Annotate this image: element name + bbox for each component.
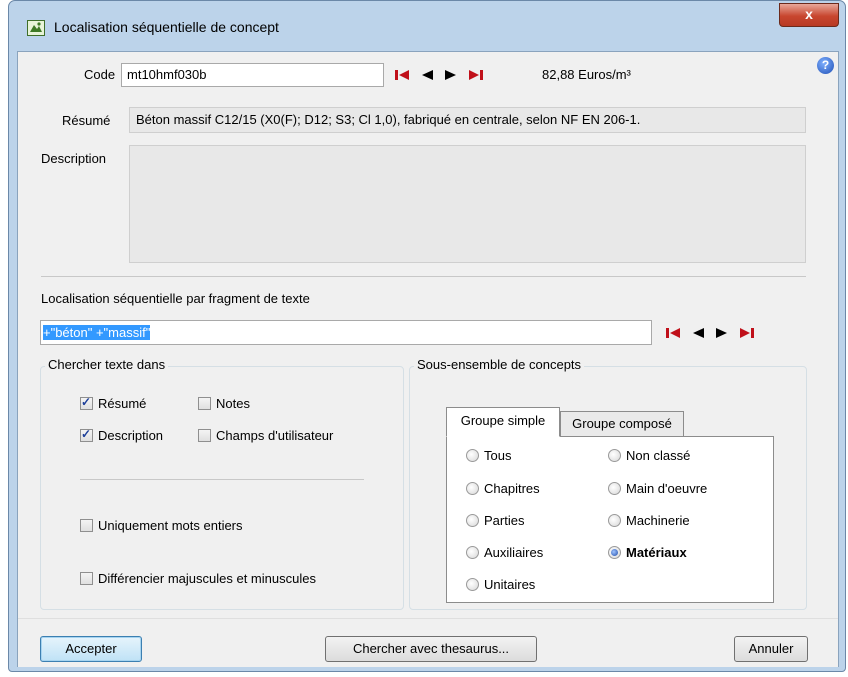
resume-label: Résumé xyxy=(62,113,111,128)
tab-groupe-compose[interactable]: Groupe composé xyxy=(560,411,684,437)
radio-label: Matériaux xyxy=(626,545,687,560)
case-sensitive-checkbox[interactable]: Différencier majuscules et minuscules xyxy=(80,571,316,586)
radio-chapitres[interactable]: Chapitres xyxy=(466,481,540,496)
app-icon xyxy=(27,20,45,36)
user-fields-checkbox[interactable]: Champs d'utilisateur xyxy=(198,428,333,443)
subset-title: Sous-ensemble de concepts xyxy=(414,357,585,372)
radio-auxiliaires[interactable]: Auxiliaires xyxy=(466,545,543,560)
dialog-body: Code mt10hmf030b 82,88 Euros/m³ Résumé B… xyxy=(17,51,839,667)
first-icon[interactable] xyxy=(394,69,410,84)
fragment-search-input[interactable]: +"béton" +"massif" xyxy=(40,320,652,345)
radio-circle[interactable] xyxy=(466,578,479,591)
notes-checkbox-label: Notes xyxy=(216,396,250,411)
radio-label: Unitaires xyxy=(484,577,536,592)
description-checkbox[interactable]: Description xyxy=(80,427,164,443)
tab-groupe-simple[interactable]: Groupe simple xyxy=(446,407,560,437)
search-selected-text: +"béton" +"massif" xyxy=(43,325,151,340)
code-label: Code xyxy=(84,67,116,82)
radio-label: Chapitres xyxy=(484,481,540,496)
radio-circle[interactable] xyxy=(608,482,621,495)
radio-unitaires[interactable]: Unitaires xyxy=(466,577,535,592)
resume-checkbox-label: Résumé xyxy=(98,396,147,411)
radio-circle[interactable] xyxy=(608,514,621,527)
radio-main-doeuvre[interactable]: Main d'oeuvre xyxy=(608,481,707,496)
radio-materiaux[interactable]: Matériaux xyxy=(608,545,687,560)
radio-label: Auxiliaires xyxy=(484,545,544,560)
last-icon[interactable] xyxy=(468,69,484,84)
code-input[interactable]: mt10hmf030b xyxy=(121,63,384,87)
previous-icon[interactable] xyxy=(420,69,434,84)
checkbox-box[interactable] xyxy=(80,572,93,585)
cancel-button[interactable]: Annuler xyxy=(734,636,808,662)
checkbox-box[interactable] xyxy=(80,395,93,410)
window-title: Localisation séquentielle de concept xyxy=(54,19,279,35)
radio-label: Main d'oeuvre xyxy=(626,481,708,496)
radio-non-classe[interactable]: Non classé xyxy=(608,448,690,463)
radio-circle[interactable] xyxy=(466,546,479,559)
next-icon[interactable] xyxy=(444,69,458,84)
thesaurus-button[interactable]: Chercher avec thesaurus... xyxy=(325,636,537,662)
search-in-title: Chercher texte dans xyxy=(45,357,169,372)
last-icon[interactable] xyxy=(739,327,755,342)
checkbox-box[interactable] xyxy=(80,427,93,442)
radio-circle[interactable] xyxy=(466,449,479,462)
radio-circle[interactable] xyxy=(466,514,479,527)
resume-checkbox[interactable]: Résumé xyxy=(80,395,147,411)
radio-label: Non classé xyxy=(626,448,691,463)
whole-words-checkbox[interactable]: Uniquement mots entiers xyxy=(80,518,243,533)
user-fields-checkbox-label: Champs d'utilisateur xyxy=(216,428,334,443)
group-divider xyxy=(80,479,364,480)
whole-words-checkbox-label: Uniquement mots entiers xyxy=(98,518,243,533)
radio-machinerie[interactable]: Machinerie xyxy=(608,513,690,528)
checkbox-box[interactable] xyxy=(198,397,211,410)
resume-field[interactable]: Béton massif C12/15 (X0(F); D12; S3; Cl … xyxy=(129,107,806,133)
next-icon[interactable] xyxy=(715,327,729,342)
fragment-search-label: Localisation séquentielle par fragment d… xyxy=(41,291,310,306)
radio-circle[interactable] xyxy=(466,482,479,495)
notes-checkbox[interactable]: Notes xyxy=(198,396,250,411)
case-sensitive-checkbox-label: Différencier majuscules et minuscules xyxy=(98,571,316,586)
radio-label: Machinerie xyxy=(626,513,690,528)
radio-parties[interactable]: Parties xyxy=(466,513,524,528)
help-icon[interactable]: ? xyxy=(817,57,834,74)
title-bar[interactable]: Localisation séquentielle de concept x xyxy=(9,1,845,57)
radio-circle[interactable] xyxy=(608,546,621,559)
radio-tous[interactable]: Tous xyxy=(466,448,511,463)
dialog-window: Localisation séquentielle de concept x C… xyxy=(8,0,846,672)
description-label: Description xyxy=(41,151,107,166)
radio-circle[interactable] xyxy=(608,449,621,462)
code-navigation xyxy=(394,69,484,84)
radio-label: Parties xyxy=(484,513,525,528)
fragment-navigation xyxy=(665,327,755,342)
close-button[interactable]: x xyxy=(779,3,839,27)
radio-label: Tous xyxy=(484,448,512,463)
checkbox-box[interactable] xyxy=(80,519,93,532)
description-field[interactable] xyxy=(129,145,806,263)
section-divider xyxy=(41,276,806,277)
checkbox-box[interactable] xyxy=(198,429,211,442)
price-display: 82,88 Euros/m³ xyxy=(542,67,631,82)
description-checkbox-label: Description xyxy=(98,428,164,443)
first-icon[interactable] xyxy=(665,327,681,342)
previous-icon[interactable] xyxy=(691,327,705,342)
accept-button[interactable]: Accepter xyxy=(40,636,142,662)
